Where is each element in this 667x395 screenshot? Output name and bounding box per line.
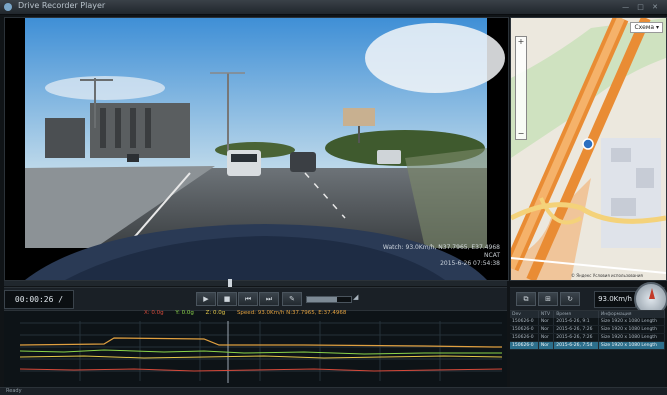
file-cell: 2015-6-26, 7:54 <box>553 341 599 350</box>
overlay-timestamp-text: 2015-6-26 07:54:38 <box>440 260 500 267</box>
previous-icon: ⏮ <box>244 295 252 303</box>
legend-z: Z: 0.0g <box>205 310 226 316</box>
file-cell: 150626-0 <box>510 341 539 350</box>
map-canvas <box>511 18 666 280</box>
file-cell: 2015-6-26, 9:1 <box>553 318 599 326</box>
map-controls: ⧉ ⊞ ↻ 93.0Km/h <box>510 282 667 316</box>
file-cell: 150626-0 <box>510 325 539 334</box>
map-grid-button[interactable]: ⊞ <box>538 292 558 306</box>
next-button[interactable]: ⏭ <box>259 292 279 306</box>
previous-button[interactable]: ⏮ <box>238 292 258 306</box>
time-display: 00:00:26 / 00:01:0 <box>4 290 74 321</box>
file-row[interactable]: 150626-0 Nor 2015-6-26, 7:54 Size 1920 x 10… <box>510 341 665 350</box>
legend-y: Y: 0.0g <box>175 310 194 316</box>
player-controls: 00:00:26 / 00:01:0 ▶ ■ ⏮ ⏭ ✎ ◢ <box>4 287 507 321</box>
overlay-speed-text: Watch: 93.0Km/h, N37.7965, E37.4968 <box>382 244 500 251</box>
map-refresh-button[interactable]: ↻ <box>560 292 580 306</box>
window-title: Drive Recorder Player <box>18 1 106 10</box>
file-cell: 2015-6-26, 7:26 <box>553 325 599 334</box>
file-cell: 150626-0 <box>510 333 539 342</box>
next-icon: ⏭ <box>265 295 273 303</box>
title-bar: Drive Recorder Player — □ ✕ <box>0 0 667 15</box>
legend-speed: Speed: 93.0Km/h N:37.7965, E:37.4968 <box>236 310 347 316</box>
file-cell: 150626-0 <box>510 318 539 326</box>
file-cell: Nor <box>538 341 555 350</box>
file-row[interactable]: 150626-0 Nor 2015-6-26, 7:26 Size 1920 x 10… <box>510 325 665 334</box>
volume-level <box>307 297 337 302</box>
file-cell: 2015-6-26, 7:26 <box>553 333 599 342</box>
window-controls[interactable]: — □ ✕ <box>622 3 661 11</box>
grid-icon: ⊞ <box>545 295 551 303</box>
app-icon <box>4 3 12 11</box>
map-zoom-slider[interactable]: + − <box>515 36 527 140</box>
zoom-out-button[interactable]: − <box>516 129 526 139</box>
legend-x: X: 0.0g <box>144 310 164 316</box>
file-cell: Size 1920 x 1080 Length <box>598 341 665 350</box>
stop-button[interactable]: ■ <box>217 292 237 306</box>
fit-icon: ⧉ <box>523 295 529 303</box>
overlay-brand-text: NCAT <box>484 252 500 259</box>
stop-icon: ■ <box>223 295 231 303</box>
file-table: Dev NTV Время Информация 150626-0 Nor 2015-6-… <box>510 311 665 350</box>
play-icon: ▶ <box>203 295 209 303</box>
column-header[interactable]: NTV <box>538 311 555 318</box>
file-cell: Nor <box>538 318 555 326</box>
sensor-graph[interactable]: X: 0.0g Y: 0.0g Z: 0.0g Speed: 93.0Km/h … <box>4 310 507 387</box>
speed-display: 93.0Km/h <box>594 291 636 308</box>
seek-bar[interactable] <box>4 279 507 288</box>
zoom-in-button[interactable]: + <box>516 37 526 47</box>
file-list[interactable]: Dev NTV Время Информация 150626-0 Nor 2015-6-… <box>510 310 665 387</box>
file-cell: Size 1920 x 1080 Length <box>598 318 665 326</box>
file-cell: Nor <box>538 325 555 334</box>
file-row[interactable]: 150626-0 Nor 2015-6-26, 9:1 Size 1920 x 108… <box>510 318 665 326</box>
file-cell: Size 1920 x 1080 Length <box>598 333 665 342</box>
file-cell: Size 1920 x 1080 Length <box>598 325 665 334</box>
graph-plot <box>19 321 503 383</box>
file-cell: Nor <box>538 333 555 342</box>
compass-needle <box>649 288 655 299</box>
volume-icon[interactable]: ◢ <box>353 293 358 301</box>
column-header[interactable]: Dev <box>510 311 539 318</box>
volume-slider[interactable] <box>306 296 352 303</box>
video-viewport[interactable]: Watch: 93.0Km/h, N37.7965, E37.4968 NCAT… <box>4 17 509 281</box>
play-button[interactable]: ▶ <box>196 292 216 306</box>
map-type-button[interactable]: Схема ▾ <box>630 22 663 33</box>
file-row[interactable]: 150626-0 Nor 2015-6-26, 7:26 Size 1920 x 10… <box>510 333 665 342</box>
video-overlay-info: Watch: 93.0Km/h, N37.7965, E37.4968 NCAT… <box>383 244 500 268</box>
map-fit-button[interactable]: ⧉ <box>516 292 536 306</box>
wrench-icon: ✎ <box>289 295 295 303</box>
refresh-icon: ↻ <box>567 295 573 303</box>
graph-legend: X: 0.0g Y: 0.0g Z: 0.0g Speed: 93.0Km/h … <box>144 310 356 316</box>
settings-button[interactable]: ✎ <box>282 292 302 306</box>
map-panel[interactable]: Схема ▾ + − © Яндекс Условия использован… <box>510 17 667 281</box>
status-text: Ready <box>6 388 22 394</box>
map-copyright: © Яндекс Условия использования <box>571 273 643 278</box>
video-frame <box>5 18 508 280</box>
column-header[interactable]: Время <box>553 311 599 318</box>
column-header[interactable]: Информация <box>598 311 665 318</box>
